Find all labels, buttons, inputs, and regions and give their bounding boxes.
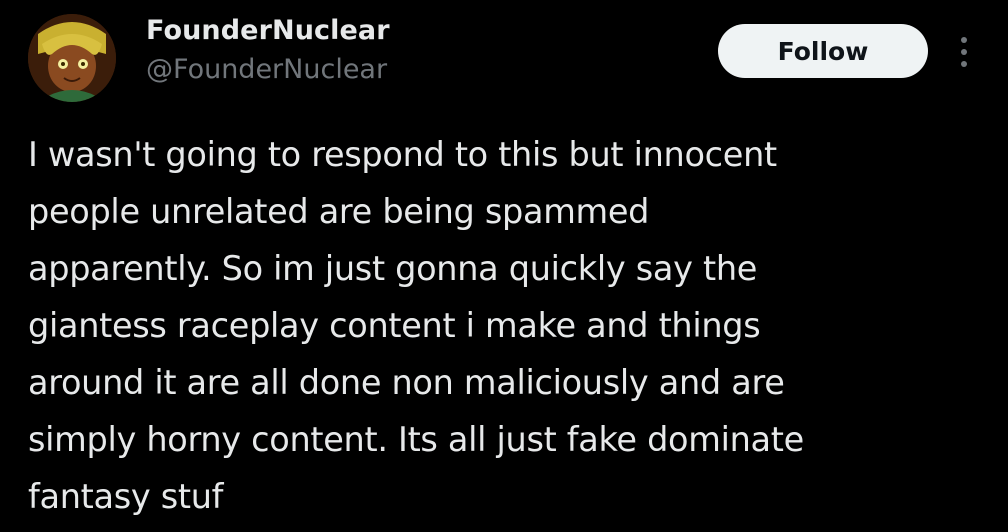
follow-button[interactable]: Follow: [718, 24, 928, 78]
more-options-icon[interactable]: [954, 30, 974, 74]
tweet-card: FounderNuclear @FounderNuclear Follow I …: [0, 0, 1008, 532]
dot-icon: [961, 37, 967, 43]
author-avatar[interactable]: [28, 14, 116, 102]
character-avatar-icon: [28, 14, 116, 102]
author-handle[interactable]: @FounderNuclear: [146, 50, 566, 90]
dot-icon: [961, 49, 967, 55]
tweet-header: FounderNuclear @FounderNuclear Follow: [22, 10, 992, 110]
author-display-name[interactable]: FounderNuclear: [146, 12, 566, 50]
dot-icon: [961, 61, 967, 67]
author-names: FounderNuclear @FounderNuclear: [146, 12, 566, 90]
tweet-text: I wasn't going to respond to this but in…: [28, 135, 804, 516]
